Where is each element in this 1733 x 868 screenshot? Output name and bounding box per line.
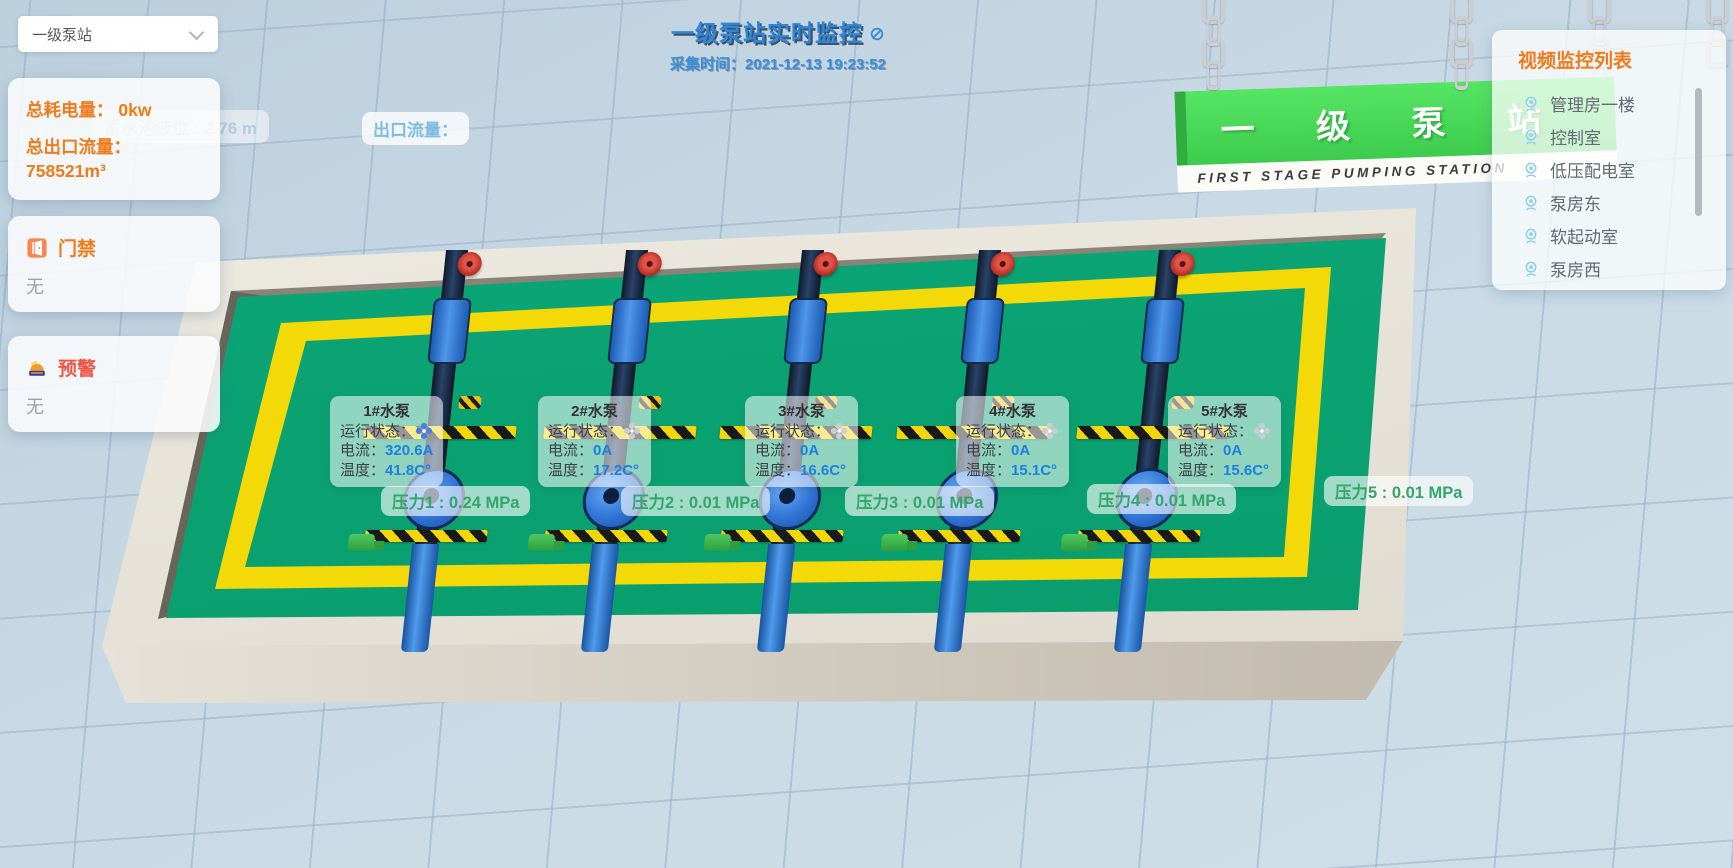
pump-card-5[interactable]: 5#水泵 运行状态： 电流：0A 温度：15.6C° bbox=[1168, 396, 1281, 487]
door-icon bbox=[26, 236, 48, 260]
video-item[interactable]: 控制室 bbox=[1492, 120, 1726, 153]
fan-status-icon bbox=[415, 422, 433, 440]
alarm-panel-title: 预警 bbox=[58, 354, 96, 381]
page-title: 一级泵站实时监控 bbox=[670, 14, 886, 48]
visibility-toggle-icon[interactable] bbox=[869, 21, 885, 37]
pump-current-value: 0A bbox=[1223, 442, 1242, 459]
green-valve bbox=[703, 534, 731, 551]
pump-card-2[interactable]: 2#水泵 运行状态： 电流：0A 温度：17.2C° bbox=[538, 396, 651, 487]
pressure-label-2: 压力2 : 0.01 MPa bbox=[621, 486, 770, 516]
alarm-beacon-icon bbox=[26, 356, 48, 380]
pump-name: 3#水泵 bbox=[755, 402, 848, 422]
station-select-value: 一级泵站 bbox=[18, 24, 191, 45]
pump-current-value: 0A bbox=[800, 442, 819, 459]
green-valve bbox=[880, 534, 908, 551]
fan-status-icon bbox=[1041, 422, 1059, 440]
pump-current-value: 0A bbox=[1011, 442, 1030, 459]
webcam-icon bbox=[1522, 227, 1540, 245]
fan-status-icon bbox=[623, 422, 641, 440]
hazard-stripe bbox=[720, 530, 843, 542]
webcam-icon bbox=[1522, 161, 1540, 179]
door-access-panel: 门禁 无 bbox=[8, 216, 220, 312]
total-flow-label: 总出口流量： bbox=[26, 134, 220, 159]
video-monitor-panel: 视频监控列表 管理房一楼 控制室 低压配电室 泵房东 软起动室 泵房西 bbox=[1492, 30, 1726, 290]
pipe-flange bbox=[783, 298, 828, 364]
station-select[interactable]: 一级泵站 bbox=[18, 16, 218, 52]
totals-panel: 总耗电量： 0kw 总出口流量： 758521m³ bbox=[8, 78, 220, 200]
hazard-stripe bbox=[897, 530, 1020, 542]
hazard-stripe bbox=[364, 530, 487, 542]
video-list-scrollbar[interactable] bbox=[1695, 88, 1702, 216]
fan-status-icon bbox=[830, 422, 848, 440]
video-list: 管理房一楼 控制室 低压配电室 泵房东 软起动室 泵房西 bbox=[1492, 87, 1726, 285]
pump-temp-value: 17.2C° bbox=[593, 462, 639, 479]
outlet-flow-label: 出口流量： bbox=[362, 112, 469, 145]
door-panel-value: 无 bbox=[26, 273, 220, 299]
alarm-panel: 预警 无 bbox=[8, 336, 220, 432]
video-item[interactable]: 管理房一楼 bbox=[1492, 87, 1726, 120]
chain-decoration bbox=[1202, 0, 1225, 90]
pump-temp-value: 41.8C° bbox=[385, 462, 431, 479]
webcam-icon bbox=[1522, 95, 1540, 113]
video-item[interactable]: 泵房东 bbox=[1492, 186, 1726, 219]
pipe-flange bbox=[607, 298, 652, 364]
webcam-icon bbox=[1522, 260, 1540, 278]
pipe-flange bbox=[1140, 298, 1185, 364]
webcam-icon bbox=[1522, 128, 1540, 146]
hazard-stripe bbox=[544, 530, 667, 542]
total-flow-value: 758521m³ bbox=[26, 161, 220, 182]
pump-temp-value: 15.6C° bbox=[1223, 462, 1269, 479]
header: 一级泵站实时监控 采集时间：2021-12-13 19:23:52 bbox=[670, 14, 886, 74]
green-valve bbox=[527, 534, 555, 551]
pump-name: 1#水泵 bbox=[340, 402, 433, 422]
pump-card-4[interactable]: 4#水泵 运行状态： 电流：0A 温度：15.1C° bbox=[956, 396, 1069, 487]
pressure-label-1: 压力1 : 0.24 MPa bbox=[381, 486, 530, 516]
hazard-stripe bbox=[1077, 530, 1200, 542]
pump-station-dashboard: 一 级 泵 站 FIRST STAGE PUMPING STATION bbox=[0, 0, 1733, 868]
webcam-icon bbox=[1522, 194, 1540, 212]
alarm-panel-value: 无 bbox=[26, 393, 220, 419]
pipe-flange bbox=[427, 298, 472, 364]
pipe-flange bbox=[960, 298, 1005, 364]
pump-name: 2#水泵 bbox=[548, 402, 641, 422]
fan-status-icon bbox=[1253, 422, 1271, 440]
video-item[interactable]: 泵房西 bbox=[1492, 252, 1726, 285]
collect-time: 采集时间：2021-12-13 19:23:52 bbox=[670, 53, 886, 74]
green-valve bbox=[347, 534, 375, 551]
chevron-down-icon bbox=[189, 24, 205, 40]
video-panel-title: 视频监控列表 bbox=[1492, 30, 1726, 73]
pump-current-value: 0A bbox=[593, 442, 612, 459]
pressure-label-3: 压力3 : 0.01 MPa bbox=[845, 486, 994, 516]
video-item[interactable]: 低压配电室 bbox=[1492, 153, 1726, 186]
green-valve bbox=[1060, 534, 1088, 551]
pump-card-3[interactable]: 3#水泵 运行状态： 电流：0A 温度：16.6C° bbox=[745, 396, 858, 487]
door-panel-title: 门禁 bbox=[58, 234, 96, 261]
pump-temp-value: 16.6C° bbox=[800, 462, 846, 479]
pipe-stub bbox=[458, 396, 481, 409]
pump-card-1[interactable]: 1#水泵 运行状态： 电流：320.6A 温度：41.8C° bbox=[330, 396, 443, 487]
pressure-label-4: 压力4 : 0.01 MPa bbox=[1087, 484, 1236, 514]
pump-name: 4#水泵 bbox=[966, 402, 1059, 422]
chain-decoration bbox=[1450, 0, 1473, 90]
pump-temp-value: 15.1C° bbox=[1011, 462, 1057, 479]
total-power: 总耗电量： 0kw bbox=[26, 78, 220, 122]
pump-current-value: 320.6A bbox=[385, 442, 433, 459]
pump-name: 5#水泵 bbox=[1178, 402, 1271, 422]
video-item[interactable]: 软起动室 bbox=[1492, 219, 1726, 252]
pressure-label-5: 压力5 : 0.01 MPa bbox=[1324, 476, 1473, 506]
